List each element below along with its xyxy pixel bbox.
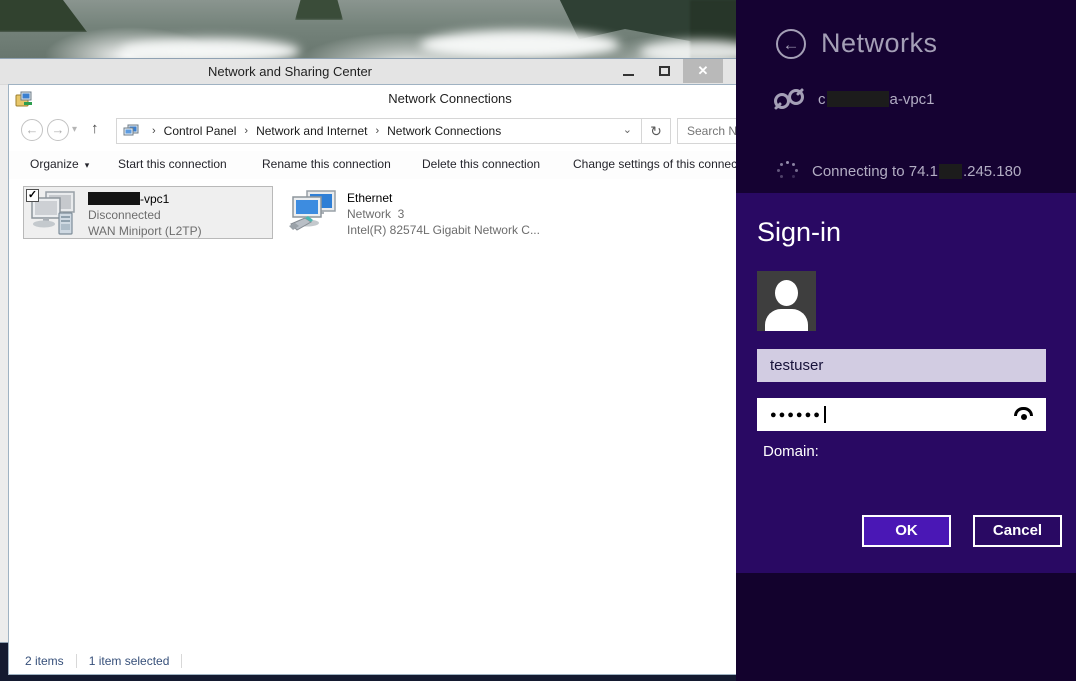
sign-in-section: Sign-in ●●●●●● Domain: OK Cancel — [736, 193, 1076, 573]
change-settings-button[interactable]: Change settings of this connectio — [573, 157, 750, 171]
panel-title: Networks — [821, 28, 938, 59]
forward-icon: → — [52, 122, 65, 137]
vpn-name-prefix: c — [818, 91, 826, 108]
cancel-button[interactable]: Cancel — [973, 515, 1062, 547]
back-button[interactable]: ← — [21, 119, 43, 141]
minimize-button[interactable] — [617, 59, 639, 83]
networks-panel: ← Networks c a-vpc1 Connecting to 74.1 .24… — [736, 0, 1076, 681]
breadcrumb-separator-icon: › — [375, 125, 379, 137]
chevron-down-icon: ▾ — [85, 160, 90, 170]
networks-panel-top: ← Networks c a-vpc1 Connecting to 74.1 .24… — [736, 0, 1076, 193]
vpn-knot-icon — [772, 84, 808, 114]
network-connections-app-icon — [15, 90, 33, 108]
up-arrow-icon: ↑ — [91, 120, 99, 137]
divider — [76, 654, 77, 668]
connection-status: Network 3 — [347, 206, 540, 222]
avatar-body-shape — [765, 309, 808, 331]
breadcrumb-location-icon — [123, 124, 139, 138]
user-avatar — [757, 271, 816, 331]
breadcrumb-network-connections[interactable]: Network Connections — [387, 124, 501, 138]
mountain-shape — [0, 0, 105, 32]
titlebar[interactable]: Network and Sharing Center ✕ — [0, 59, 739, 85]
check-icon: ✓ — [28, 189, 37, 201]
maximize-button[interactable] — [653, 59, 675, 83]
item-text: Ethernet Network 3 Intel(R) 82574L Gigab… — [347, 190, 540, 238]
up-button[interactable]: ↑ — [91, 120, 99, 137]
networks-panel-bottom — [736, 573, 1076, 681]
cloud-shape — [120, 38, 300, 58]
connection-device: Intel(R) 82574L Gigabit Network C... — [347, 222, 540, 238]
mountain-shape — [295, 0, 343, 20]
connection-item-ethernet[interactable]: Ethernet Network 3 Intel(R) 82574L Gigab… — [283, 186, 545, 239]
username-input[interactable] — [757, 349, 1046, 382]
divider — [181, 654, 182, 668]
vpn-network-item[interactable]: c a-vpc1 — [772, 84, 935, 114]
back-icon: ← — [26, 122, 39, 137]
text-caret — [824, 406, 826, 423]
connection-device: WAN Miniport (L2TP) — [88, 223, 202, 239]
minimize-icon — [623, 74, 634, 76]
redacted-vpn-name — [827, 91, 889, 107]
ok-button[interactable]: OK — [862, 515, 951, 547]
connection-status: Disconnected — [88, 207, 202, 223]
connection-name-suffix: -vpc1 — [140, 192, 169, 206]
cloud-shape — [420, 30, 620, 58]
selected-count: 1 item selected — [89, 654, 170, 668]
organize-label: Organize — [30, 157, 79, 171]
history-dropdown[interactable]: ▾ — [72, 124, 77, 135]
connection-name: Ethernet — [347, 190, 540, 206]
back-arrow-icon: ← — [783, 35, 800, 54]
delete-connection-button[interactable]: Delete this connection — [422, 157, 540, 171]
items-count: 2 items — [25, 654, 64, 668]
forward-button[interactable]: → — [47, 119, 69, 141]
connecting-status-row: Connecting to 74.1 .245.180 — [776, 160, 1021, 182]
item-checkbox[interactable]: ✓ — [26, 189, 39, 202]
organize-menu[interactable]: Organize ▾ — [30, 157, 89, 171]
chevron-down-icon: ⌄ — [623, 124, 632, 136]
start-connection-button[interactable]: Start this connection — [118, 157, 227, 171]
breadcrumb-separator-icon: › — [152, 125, 156, 137]
breadcrumb-separator-icon: › — [244, 125, 248, 137]
redacted-ip — [939, 164, 962, 179]
connecting-suffix: .245.180 — [963, 163, 1021, 180]
chevron-down-icon: ▾ — [72, 124, 77, 135]
refresh-icon: ↻ — [650, 123, 662, 139]
password-masked-value: ●●●●●● — [770, 409, 822, 421]
vpn-name-suffix: a-vpc1 — [890, 91, 935, 108]
item-text: -vpc1 Disconnected WAN Miniport (L2TP) — [88, 191, 202, 239]
password-reveal-icon[interactable] — [1014, 407, 1034, 421]
avatar-head-shape — [775, 280, 798, 306]
maximize-icon — [659, 66, 670, 76]
password-input[interactable]: ●●●●●● — [757, 398, 1046, 431]
breadcrumb-bar[interactable]: › Control Panel › Network and Internet ›… — [116, 118, 671, 144]
breadcrumb-control-panel[interactable]: Control Panel — [164, 124, 237, 138]
search-placeholder: Search N — [687, 124, 737, 138]
close-button[interactable]: ✕ — [683, 59, 723, 83]
screen: Network and Sharing Center ✕ Network Con… — [0, 0, 1076, 681]
vpn-name: c a-vpc1 — [818, 91, 935, 108]
breadcrumb-network-and-internet[interactable]: Network and Internet — [256, 124, 367, 138]
connection-name: -vpc1 — [88, 191, 202, 207]
refresh-button[interactable]: ↻ — [642, 123, 670, 140]
domain-label: Domain: — [763, 443, 819, 460]
sign-in-title: Sign-in — [757, 217, 841, 248]
networks-header: ← Networks — [776, 28, 938, 59]
connecting-prefix: Connecting to 74.1 — [812, 163, 938, 180]
reveal-eye-dot — [1021, 414, 1027, 420]
connecting-status-text: Connecting to 74.1 .245.180 — [812, 163, 1021, 180]
redacted-name — [88, 192, 140, 205]
connection-item-vpn[interactable]: ✓ -vpc1 Disconnected WAN Miniport (L2TP) — [23, 186, 273, 239]
close-icon: ✕ — [698, 63, 709, 79]
panel-back-button[interactable]: ← — [776, 29, 806, 59]
rename-connection-button[interactable]: Rename this connection — [262, 157, 391, 171]
address-dropdown[interactable]: ⌄ — [623, 123, 632, 136]
connecting-spinner-icon — [776, 160, 798, 182]
ethernet-connection-icon — [287, 190, 339, 236]
